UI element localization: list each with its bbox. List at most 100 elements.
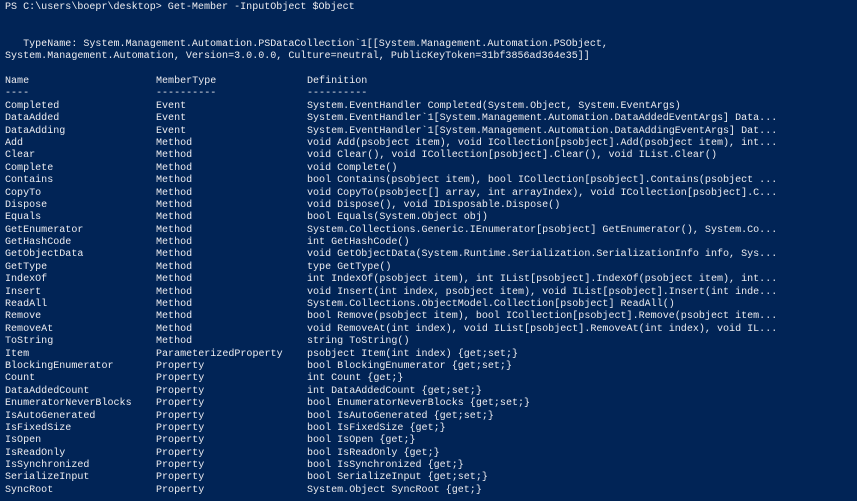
table-row: ReadAll Method System.Collections.ObjectMo…	[0, 299, 857, 311]
member-definition: void RemoveAt(int index), void IList[pso…	[307, 323, 778, 335]
member-name: Complete	[5, 162, 54, 174]
member-type: Method	[156, 137, 193, 149]
member-type: Method	[156, 299, 193, 311]
table-row: Count Property int Count {get;}	[0, 373, 857, 385]
member-type: Property	[156, 373, 205, 385]
member-type: Property	[156, 435, 205, 447]
member-definition: void CopyTo(psobject[] array, int arrayI…	[307, 187, 778, 199]
member-type: Method	[156, 212, 193, 224]
member-name: Equals	[5, 212, 42, 224]
table-row: GetEnumerator Method System.Collections.Ge…	[0, 225, 857, 237]
member-definition: void Add(psobject item), void ICollectio…	[307, 137, 778, 149]
member-name: BlockingEnumerator	[5, 360, 114, 372]
table-row: IsOpen Property bool IsOpen {get;}	[0, 435, 857, 447]
member-name: SerializeInput	[5, 472, 90, 484]
member-type: Event	[156, 125, 187, 137]
member-definition: bool IsSynchronized {get;}	[307, 460, 464, 472]
member-name: EnumeratorNeverBlocks	[5, 398, 132, 410]
table-row: IsFixedSize Property bool IsFixedSize {get…	[0, 423, 857, 435]
table-row: GetType Method type GetType()	[0, 262, 857, 274]
member-definition: void Complete()	[307, 162, 398, 174]
member-name: Add	[5, 137, 24, 149]
member-name: GetEnumerator	[5, 224, 84, 236]
member-name: DataAdded	[5, 113, 60, 125]
member-name: GetObjectData	[5, 249, 84, 261]
member-definition: bool IsAutoGenerated {get;set;}	[307, 410, 494, 422]
member-type: Method	[156, 311, 193, 323]
underline-name: ----	[5, 88, 30, 100]
table-row: IsSynchronized Property bool IsSynchronize…	[0, 460, 857, 472]
member-definition: bool BlockingEnumerator {get;set;}	[307, 360, 512, 372]
member-name: IsSynchronized	[5, 460, 90, 472]
member-name: IsAutoGenerated	[5, 410, 96, 422]
table-row: Equals Method bool Equals(System.Object ob…	[0, 212, 857, 224]
header-definition: Definition	[307, 76, 368, 87]
member-name: DataAdding	[5, 125, 66, 137]
member-type: Property	[156, 360, 205, 372]
table-row: IsAutoGenerated Property bool IsAutoGenera…	[0, 411, 857, 423]
member-type: Method	[156, 162, 193, 174]
member-type: Method	[156, 150, 193, 162]
member-name: Remove	[5, 311, 42, 323]
table-row: ToString Method string ToString()	[0, 336, 857, 348]
member-name: IsOpen	[5, 435, 42, 447]
member-definition: int GetHashCode()	[307, 237, 410, 249]
member-definition: int Count {get;}	[307, 373, 404, 385]
member-name: SyncRoot	[5, 484, 54, 496]
table-row: Contains Method bool Contains(psobject ite…	[0, 175, 857, 187]
member-definition: void Clear(), void ICollection[psobject]…	[307, 150, 717, 162]
member-definition: System.EventHandler`1[System.Management.…	[307, 125, 778, 137]
member-name: Clear	[5, 150, 36, 162]
table-row: Completed Event System.EventHandler Comple…	[0, 101, 857, 113]
table-row: SyncRoot Property System.Object SyncRoot {…	[0, 485, 857, 497]
member-definition: bool Remove(psobject item), bool ICollec…	[307, 311, 778, 323]
member-definition: type GetType()	[307, 261, 392, 273]
member-name: Completed	[5, 100, 60, 112]
member-type: Method	[156, 323, 193, 335]
table-row: Complete Method void Complete()	[0, 163, 857, 175]
member-definition: bool EnumeratorNeverBlocks {get;set;}	[307, 398, 531, 410]
member-name: DataAddedCount	[5, 385, 90, 397]
table-row: Add Method void Add(psobject item), void I…	[0, 138, 857, 150]
command-prompt-line[interactable]: PS C:\users\boepr\desktop> Get-Member -I…	[5, 2, 355, 14]
table-row: Dispose Method void Dispose(), void IDispo…	[0, 200, 857, 212]
member-definition: psobject Item(int index) {get;set;}	[307, 348, 519, 360]
member-type: Property	[156, 447, 205, 459]
powershell-console[interactable]: PS C:\users\boepr\desktop> Get-Member -I…	[0, 0, 857, 501]
member-name: Dispose	[5, 199, 48, 211]
typename-line-2: System.Management.Automation, Version=3.…	[5, 51, 590, 62]
member-definition: System.EventHandler Completed(System.Obj…	[307, 100, 681, 112]
member-name: IndexOf	[5, 274, 48, 286]
member-definition: void Dispose(), void IDisposable.Dispose…	[307, 199, 561, 211]
member-definition: System.Object SyncRoot {get;}	[307, 484, 482, 496]
table-row: CopyTo Method void CopyTo(psobject[] array…	[0, 188, 857, 200]
member-type: Property	[156, 398, 205, 410]
member-name: Contains	[5, 175, 54, 187]
member-type: Method	[156, 249, 193, 261]
member-type: Property	[156, 422, 205, 434]
member-name: CopyTo	[5, 187, 42, 199]
member-definition: void GetObjectData(System.Runtime.Serial…	[307, 249, 778, 261]
table-row: DataAdded Event System.EventHandler`1[Syst…	[0, 113, 857, 125]
header-member-type: MemberType	[156, 76, 217, 87]
member-type: ParameterizedProperty	[156, 348, 283, 360]
table-row: Clear Method void Clear(), void ICollectio…	[0, 150, 857, 162]
member-type: Event	[156, 113, 187, 125]
table-row: GetHashCode Method int GetHashCode()	[0, 237, 857, 249]
member-type: Method	[156, 237, 193, 249]
member-definition: bool IsFixedSize {get;}	[307, 422, 446, 434]
table-row: Remove Method bool Remove(psobject item), …	[0, 311, 857, 323]
member-definition: bool SerializeInput {get;set;}	[307, 472, 488, 484]
table-header-row: Name MemberType Definition	[0, 76, 857, 88]
table-row: Item ParameterizedProperty psobject Item(i…	[0, 349, 857, 361]
member-name: IsFixedSize	[5, 422, 72, 434]
member-definition: int DataAddedCount {get;set;}	[307, 385, 482, 397]
member-definition: int IndexOf(psobject item), int IList[ps…	[307, 274, 778, 286]
member-name: IsReadOnly	[5, 447, 66, 459]
member-table: Name MemberType Definition ---- --------…	[0, 76, 857, 496]
member-definition: string ToString()	[307, 336, 410, 348]
member-definition: bool IsOpen {get;}	[307, 435, 416, 447]
member-name: Count	[5, 373, 36, 385]
member-definition: System.Collections.Generic.IEnumerator[p…	[307, 224, 778, 236]
table-row: SerializeInput Property bool SerializeInpu…	[0, 472, 857, 484]
